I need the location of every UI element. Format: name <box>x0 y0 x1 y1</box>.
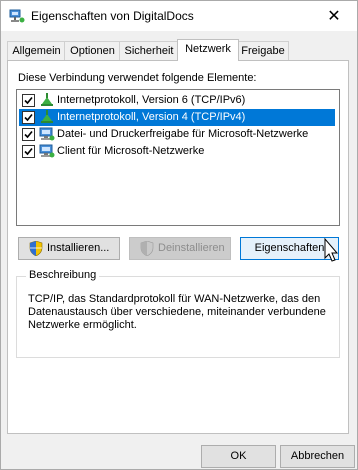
network-service-icon <box>39 127 55 141</box>
checkmark-icon <box>24 96 33 105</box>
list-item-label: Internetprotokoll, Version 4 (TCP/IPv4) <box>57 111 246 123</box>
description-title: Beschreibung <box>26 269 100 281</box>
components-list[interactable]: Internetprotokoll, Version 6 (TCP/IPv6) … <box>16 89 340 226</box>
checkmark-icon <box>24 130 33 139</box>
tab-netzwerk[interactable]: Netzwerk <box>177 39 239 61</box>
description-text: TCP/IP, das Standardprotokoll für WAN-Ne… <box>28 293 326 331</box>
tab-optionen[interactable]: Optionen <box>64 41 121 60</box>
cancel-button-label: Abbrechen <box>290 450 345 462</box>
ipv6-checkbox[interactable] <box>22 94 35 107</box>
list-item-label: Datei- und Druckerfreigabe für Microsoft… <box>57 128 309 140</box>
list-item-label: Client für Microsoft-Netzwerke <box>57 145 205 157</box>
cancel-button[interactable]: Abbrechen <box>280 445 355 468</box>
tab-sicherheit[interactable]: Sicherheit <box>119 41 179 60</box>
checkmark-icon <box>24 147 33 156</box>
list-item-label: Internetprotokoll, Version 6 (TCP/IPv6) <box>57 94 246 106</box>
network-client-icon <box>39 144 55 158</box>
install-button[interactable]: Installieren... <box>18 237 120 260</box>
list-item-ipv6[interactable]: Internetprotokoll, Version 6 (TCP/IPv6) <box>19 92 335 109</box>
window-title: Eigenschaften von DigitalDocs <box>31 9 194 23</box>
ok-button-label: OK <box>230 450 247 462</box>
checkmark-icon <box>24 113 33 122</box>
file-sharing-checkbox[interactable] <box>22 128 35 141</box>
connection-items-label: Diese Verbindung verwendet folgende Elem… <box>18 72 257 84</box>
install-button-label: Installieren... <box>47 242 110 254</box>
tab-freigabe[interactable]: Freigabe <box>237 41 289 60</box>
network-connection-icon <box>9 9 25 23</box>
uninstall-button[interactable]: Deinstallieren <box>129 237 231 260</box>
list-item-ms-client[interactable]: Client für Microsoft-Netzwerke <box>19 143 335 160</box>
shield-icon <box>29 241 43 256</box>
close-icon: ✕ <box>327 8 341 25</box>
title-bar[interactable]: Eigenschaften von DigitalDocs ✕ <box>1 1 357 31</box>
list-item-ipv4[interactable]: Internetprotokoll, Version 4 (TCP/IPv4) <box>19 109 335 126</box>
ok-button[interactable]: OK <box>201 445 276 468</box>
network-protocol-icon <box>41 93 53 106</box>
close-button[interactable]: ✕ <box>311 1 357 31</box>
properties-dialog: Eigenschaften von DigitalDocs ✕ Allgemei… <box>0 0 358 470</box>
mouse-cursor-icon <box>324 238 339 262</box>
properties-button-label: Eigenschaften <box>254 242 325 254</box>
ipv4-checkbox[interactable] <box>22 111 35 124</box>
tab-allgemein[interactable]: Allgemein <box>7 41 66 60</box>
client-checkbox[interactable] <box>22 145 35 158</box>
uninstall-button-label: Deinstallieren <box>158 242 225 254</box>
network-protocol-icon <box>41 110 53 123</box>
list-item-file-printer-sharing[interactable]: Datei- und Druckerfreigabe für Microsoft… <box>19 126 335 143</box>
shield-icon <box>140 241 154 256</box>
